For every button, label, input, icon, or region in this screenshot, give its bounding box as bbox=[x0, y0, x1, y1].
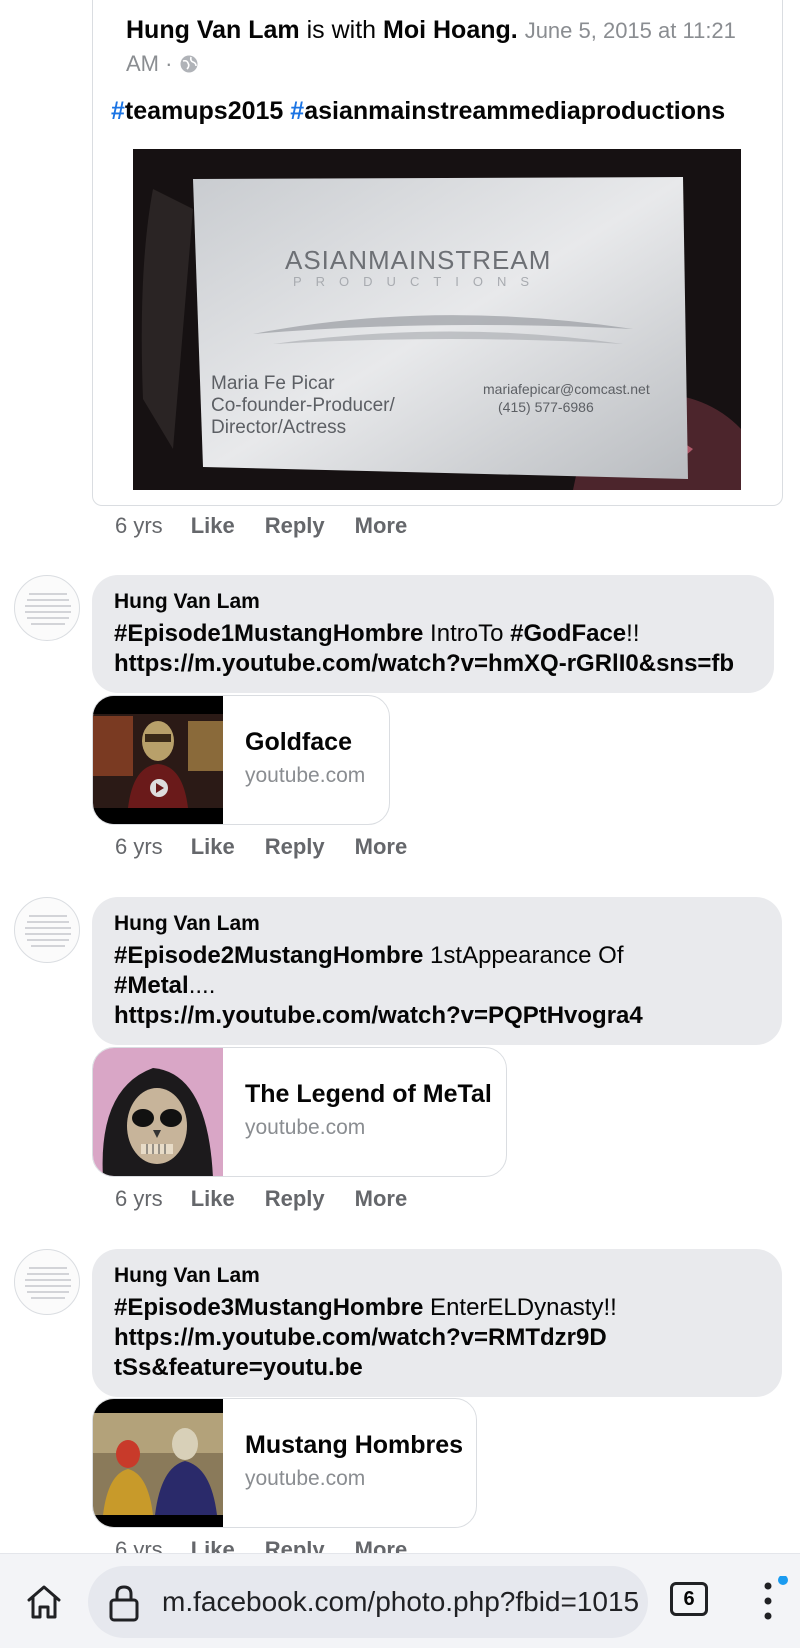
avatar-image bbox=[25, 593, 71, 625]
like-button[interactable]: Like bbox=[191, 1186, 235, 1212]
comment-text: #Episode1MustangHombre IntroTo #GodFace!… bbox=[114, 619, 752, 679]
comment-time[interactable]: 6 yrs bbox=[115, 513, 163, 539]
link-title: Mustang Hombres bbox=[245, 1431, 464, 1459]
comment-bubble: Hung Van Lam #Episode2MustangHombre 1stA… bbox=[92, 897, 782, 1045]
comment-author[interactable]: Hung Van Lam bbox=[114, 1261, 760, 1291]
comment-text: #Episode2MustangHombre 1stAppearance Of … bbox=[114, 941, 760, 1031]
post-actions: 6 yrs Like Reply More bbox=[115, 510, 407, 542]
comment-body: 1stAppearance Of bbox=[423, 942, 624, 969]
card-title-1-text: Co-founder-Producer/ bbox=[211, 395, 395, 416]
video-thumbnail bbox=[93, 696, 223, 824]
card-company-text: ASIANMAINSTREAM bbox=[285, 245, 551, 275]
shared-post-card: Hung Van Lam is with Moi Hoang. June 5, … bbox=[92, 0, 783, 506]
home-icon[interactable] bbox=[24, 1582, 64, 1622]
comment-body: .... bbox=[188, 972, 216, 999]
link-preview-card[interactable]: Goldface youtube.com bbox=[92, 695, 390, 825]
card-productions-text: PRODUCTIONS bbox=[293, 274, 543, 289]
comment-url-link[interactable]: tSs&feature=youtu.be bbox=[114, 1354, 363, 1381]
business-card-image: ASIANMAINSTREAM PRODUCTIONS Maria Fe Pic… bbox=[133, 149, 741, 490]
video-thumbnail bbox=[93, 1048, 223, 1176]
tabs-button[interactable]: 6 bbox=[670, 1582, 708, 1616]
post-hashtags: #teamups2015 #asianmainstreammediaproduc… bbox=[111, 94, 725, 128]
comment-body: !! bbox=[626, 620, 640, 647]
more-button[interactable]: More bbox=[355, 834, 408, 860]
comment-body: EnterELDynasty!! bbox=[423, 1294, 617, 1321]
tagged-user-link[interactable]: Moi Hoang. bbox=[383, 16, 518, 44]
link-title: The Legend of MeTal bbox=[245, 1080, 492, 1108]
avatar[interactable] bbox=[14, 575, 80, 641]
video-thumbnail bbox=[93, 1399, 223, 1527]
link-title: Goldface bbox=[245, 728, 352, 756]
avatar[interactable] bbox=[14, 897, 80, 963]
reply-button[interactable]: Reply bbox=[265, 513, 325, 539]
link-preview-card[interactable]: Mustang Hombres youtube.com bbox=[92, 1398, 477, 1528]
comment-text: #Episode3MustangHombre EnterELDynasty!! … bbox=[114, 1293, 760, 1383]
card-email-text: mariafepicar@comcast.net bbox=[483, 381, 650, 397]
hashtag-link[interactable]: #Episode2MustangHombre bbox=[114, 942, 423, 969]
hashtag-link[interactable]: #Episode3MustangHombre bbox=[114, 1294, 423, 1321]
link-domain: youtube.com bbox=[245, 1116, 366, 1139]
comment-actions: 6 yrs Like Reply More bbox=[115, 1183, 407, 1215]
menu-icon[interactable] bbox=[752, 1576, 792, 1626]
notification-dot bbox=[778, 1576, 788, 1585]
skull-mask-thumbnail-image bbox=[93, 1048, 223, 1176]
comment-body: IntroTo bbox=[423, 620, 511, 647]
reply-button[interactable]: Reply bbox=[265, 834, 325, 860]
avatar-image bbox=[25, 915, 71, 947]
card-name-text: Maria Fe Picar bbox=[211, 373, 335, 394]
business-card-photo[interactable]: ASIANMAINSTREAM PRODUCTIONS Maria Fe Pic… bbox=[133, 149, 741, 490]
comment-bubble: Hung Van Lam #Episode1MustangHombre Intr… bbox=[92, 575, 774, 693]
more-button[interactable]: More bbox=[355, 513, 408, 539]
globe-icon bbox=[180, 55, 198, 73]
url-text: m.facebook.com/photo.php?fbid=1015 bbox=[162, 1586, 640, 1617]
hashtag-link[interactable]: #GodFace bbox=[510, 620, 626, 647]
link-domain: youtube.com bbox=[245, 1467, 366, 1490]
hashtag-link[interactable]: #Metal bbox=[114, 972, 189, 999]
with-text: is with bbox=[306, 16, 377, 44]
comment-url-link[interactable]: https://m.youtube.com/watch?v=PQPtHvogra… bbox=[114, 1002, 643, 1029]
mustang-hombres-thumbnail-image bbox=[93, 1399, 223, 1527]
more-button[interactable]: More bbox=[355, 1186, 408, 1212]
hashtag-link[interactable]: #asianmainstreammediaproductions bbox=[290, 97, 725, 125]
shared-post-header: Hung Van Lam is with Moi Hoang. June 5, … bbox=[126, 14, 756, 80]
avatar-image bbox=[25, 1267, 71, 1299]
like-button[interactable]: Like bbox=[191, 834, 235, 860]
comment-author[interactable]: Hung Van Lam bbox=[114, 587, 752, 617]
card-title-2-text: Director/Actress bbox=[211, 417, 346, 438]
hashtag-link[interactable]: #teamups2015 bbox=[111, 97, 283, 125]
card-phone-text: (415) 577-6986 bbox=[498, 399, 594, 415]
avatar[interactable] bbox=[14, 1249, 80, 1315]
link-domain: youtube.com bbox=[245, 764, 366, 787]
comment-time[interactable]: 6 yrs bbox=[115, 1186, 163, 1212]
address-bar[interactable]: m.facebook.com/photo.php?fbid=1015 bbox=[88, 1566, 648, 1638]
comment-bubble: Hung Van Lam #Episode3MustangHombre Ente… bbox=[92, 1249, 782, 1397]
like-button[interactable]: Like bbox=[191, 513, 235, 539]
post-author-link[interactable]: Hung Van Lam bbox=[126, 16, 300, 44]
link-preview-card[interactable]: The Legend of MeTal youtube.com bbox=[92, 1047, 507, 1177]
hashtag-link[interactable]: #Episode1MustangHombre bbox=[114, 620, 423, 647]
goldface-thumbnail-image bbox=[93, 696, 223, 824]
browser-toolbar: m.facebook.com/photo.php?fbid=1015 6 bbox=[0, 1553, 800, 1648]
comment-url-link[interactable]: https://m.youtube.com/watch?v=hmXQ-rGRlI… bbox=[114, 650, 734, 677]
comment-url-link[interactable]: https://m.youtube.com/watch?v=RMTdzr9D bbox=[114, 1324, 607, 1351]
reply-button[interactable]: Reply bbox=[265, 1186, 325, 1212]
lock-icon[interactable] bbox=[108, 1584, 140, 1622]
comment-time[interactable]: 6 yrs bbox=[115, 834, 163, 860]
comment-author[interactable]: Hung Van Lam bbox=[114, 909, 760, 939]
comment-actions: 6 yrs Like Reply More bbox=[115, 831, 407, 863]
